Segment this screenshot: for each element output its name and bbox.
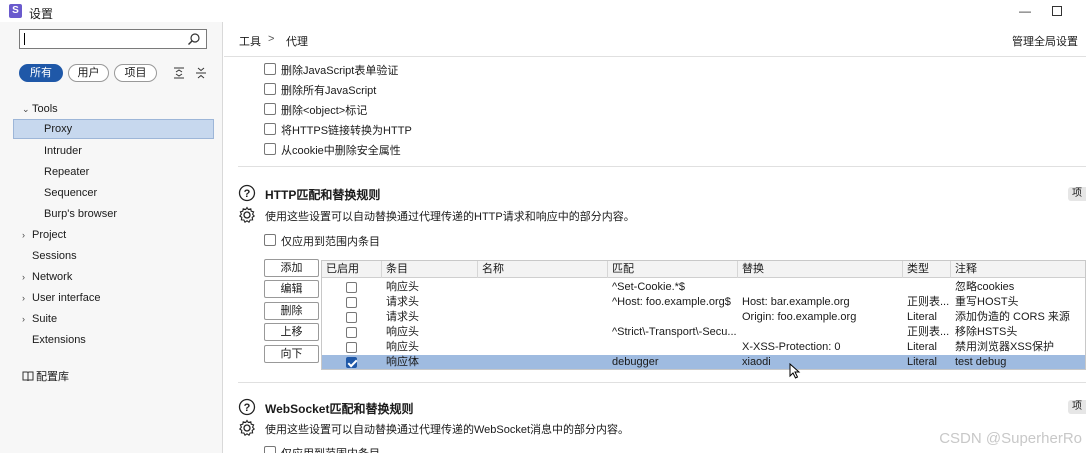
option-label: 从cookie中删除安全属性	[281, 145, 401, 157]
tree-item-proxy[interactable]: Proxy	[13, 119, 214, 139]
filter-project[interactable]: 项目	[114, 64, 157, 82]
move-down-button[interactable]: 向下	[264, 345, 319, 363]
scope-only-label: 仅应用到范围内条目	[281, 236, 380, 248]
table-row-selected[interactable]: 响应体 debugger xiaodi Literal test debug	[322, 355, 1085, 369]
column-type[interactable]: 类型	[903, 261, 951, 278]
tree-item-intruder[interactable]: Intruder	[0, 141, 223, 161]
tree-item-suite[interactable]: › Suite	[0, 309, 223, 329]
section-divider	[238, 382, 1086, 383]
maximize-icon[interactable]	[1048, 2, 1066, 20]
help-icon[interactable]: ?	[238, 184, 256, 202]
tree-item-network[interactable]: › Network	[0, 267, 223, 287]
search-input[interactable]	[19, 29, 207, 49]
svg-text:?: ?	[244, 188, 251, 200]
chevron-right-icon: ›	[22, 293, 25, 303]
chevron-right-icon: ›	[22, 230, 25, 240]
move-up-button[interactable]: 上移	[264, 323, 319, 341]
table-row[interactable]: 响应头 ^Strict\-Transport\-Secu... 正则表... 移…	[322, 325, 1085, 340]
config-library-link[interactable]: 配置库	[0, 367, 223, 387]
websocket-rules-description: 使用这些设置可以自动替换通过代理传递的WebSocket消息中的部分内容。	[265, 424, 630, 436]
http-rules-title: HTTP匹配和替换规则	[265, 188, 381, 202]
top-bar: 工具 > 代理 管理全局设置	[224, 22, 1086, 57]
title-bar: S 设置 —	[0, 0, 1086, 22]
main-panel: 工具 > 代理 管理全局设置 删除JavaScript表单验证 删除所有Java…	[224, 22, 1086, 453]
column-item[interactable]: 条目	[382, 261, 478, 278]
option-checkbox[interactable]	[264, 123, 276, 135]
breadcrumb-separator: >	[268, 33, 275, 45]
tree-item-user-interface[interactable]: › User interface	[0, 288, 223, 308]
manage-global-settings-button[interactable]: 管理全局设置	[1012, 33, 1078, 49]
side-tab[interactable]: 项	[1068, 400, 1086, 414]
table-row[interactable]: 请求头 ^Host: foo.example.org$ Host: bar.ex…	[322, 295, 1085, 310]
tree-item-burps-browser[interactable]: Burp's browser	[0, 204, 223, 224]
tree-item-sessions[interactable]: Sessions	[0, 246, 223, 266]
sidebar: 所有 用户 项目 ⌄ Tools Proxy Intruder Repeater…	[0, 22, 223, 453]
add-button[interactable]: 添加	[264, 259, 319, 277]
chevron-right-icon: ›	[22, 272, 25, 282]
search-icon[interactable]	[187, 32, 201, 46]
option-checkbox[interactable]	[264, 83, 276, 95]
tree-item-tools[interactable]: ⌄ Tools	[0, 99, 223, 119]
watermark: CSDN @SuperherRo	[939, 430, 1082, 447]
option-checkbox[interactable]	[264, 63, 276, 75]
gear-icon[interactable]	[238, 206, 256, 224]
row-enabled-checkbox[interactable]	[346, 282, 357, 293]
edit-button[interactable]: 编辑	[264, 280, 319, 298]
gear-icon[interactable]	[238, 419, 256, 437]
option-label: 删除所有JavaScript	[281, 85, 377, 97]
column-match[interactable]: 匹配	[608, 261, 738, 278]
option-checkbox[interactable]	[264, 103, 276, 115]
minimize-icon[interactable]: —	[1016, 2, 1034, 20]
filter-user[interactable]: 用户	[68, 64, 109, 82]
scope-only-label: 仅应用到范围内条目	[281, 445, 380, 453]
row-enabled-checkbox[interactable]	[346, 342, 357, 353]
row-enabled-checkbox[interactable]	[346, 297, 357, 308]
table-row[interactable]: 响应头 ^Set-Cookie.*$ 忽略cookies	[322, 280, 1085, 295]
table-row[interactable]: 请求头 Origin: foo.example.org Literal 添加伪造…	[322, 310, 1085, 325]
breadcrumb-proxy[interactable]: 代理	[286, 33, 308, 49]
option-checkbox[interactable]	[264, 143, 276, 155]
column-enabled[interactable]: 已启用	[322, 261, 382, 278]
http-rules-description: 使用这些设置可以自动替换通过代理传递的HTTP请求和响应中的部分内容。	[265, 211, 635, 223]
column-comment[interactable]: 注释	[951, 261, 1085, 278]
tree-item-extensions[interactable]: Extensions	[0, 330, 223, 350]
row-enabled-checkbox[interactable]	[346, 327, 357, 338]
book-icon	[22, 371, 34, 382]
chevron-down-icon: ⌄	[22, 104, 30, 114]
scope-only-checkbox[interactable]	[264, 234, 276, 246]
row-enabled-checkbox[interactable]	[346, 357, 357, 368]
table-row[interactable]: 响应头 X-XSS-Protection: 0 Literal 禁用浏览器XSS…	[322, 340, 1085, 355]
websocket-rules-title: WebSocket匹配和替换规则	[265, 402, 414, 416]
option-label: 将HTTPS链接转换为HTTP	[281, 125, 412, 137]
scope-only-checkbox[interactable]	[264, 446, 276, 453]
mouse-cursor-icon	[789, 363, 801, 379]
svg-text:?: ?	[244, 402, 251, 414]
tree-item-project[interactable]: › Project	[0, 225, 223, 245]
filter-all[interactable]: 所有	[19, 64, 63, 82]
help-icon[interactable]: ?	[238, 398, 256, 416]
tree-item-sequencer[interactable]: Sequencer	[0, 183, 223, 203]
section-divider	[238, 166, 1086, 167]
collapse-all-icon[interactable]	[194, 66, 208, 80]
option-label: 删除JavaScript表单验证	[281, 65, 399, 77]
column-name[interactable]: 名称	[478, 261, 608, 278]
option-label: 删除<object>标记	[281, 105, 368, 117]
breadcrumb-tools[interactable]: 工具	[239, 33, 261, 49]
table-header: 已启用 条目 名称 匹配 替换 类型 注释	[322, 261, 1085, 278]
tree-item-repeater[interactable]: Repeater	[0, 162, 223, 182]
row-enabled-checkbox[interactable]	[346, 312, 357, 323]
column-replace[interactable]: 替换	[738, 261, 903, 278]
delete-button[interactable]: 删除	[264, 302, 319, 320]
window-title: 设置	[29, 7, 54, 21]
side-tab[interactable]: 项	[1068, 187, 1086, 201]
chevron-right-icon: ›	[22, 314, 25, 324]
app-logo-icon: S	[9, 4, 22, 18]
expand-all-icon[interactable]	[172, 66, 186, 80]
rules-table: 已启用 条目 名称 匹配 替换 类型 注释 响应头 ^Set-Cookie.*$…	[321, 260, 1086, 370]
